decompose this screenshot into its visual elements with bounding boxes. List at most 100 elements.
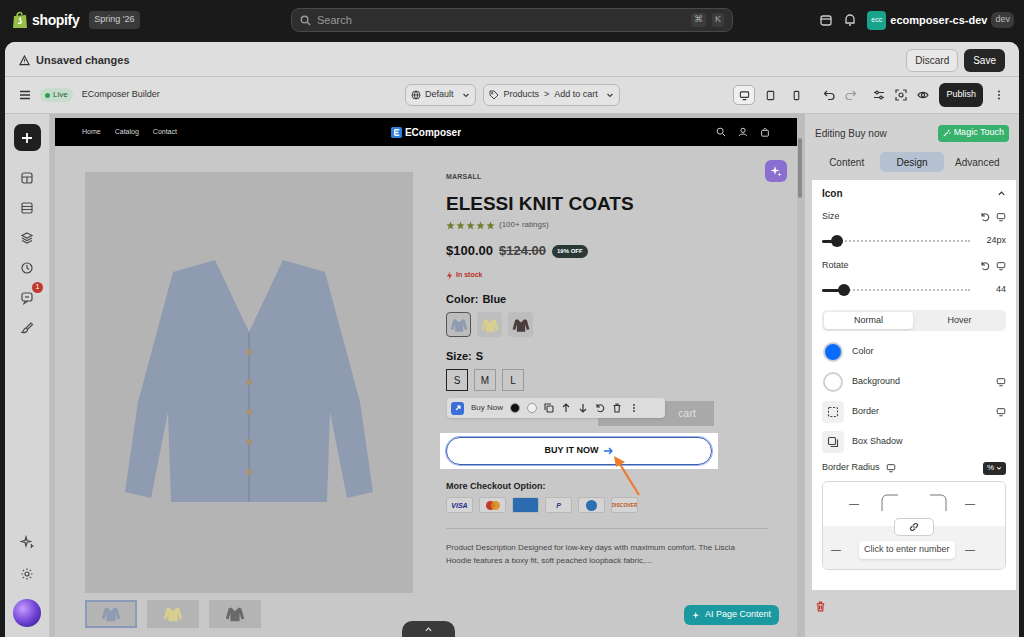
ratings-count[interactable]: (100+ ratings): [499, 219, 549, 231]
thumbnail[interactable]: [209, 600, 261, 628]
store-switcher[interactable]: ecc ecomposer-cs-dev dev: [867, 11, 1014, 30]
color-swatch[interactable]: [477, 312, 502, 337]
size-option[interactable]: M: [474, 369, 496, 391]
live-badge: Live: [40, 88, 73, 102]
discard-button[interactable]: Discard: [906, 49, 958, 72]
buy-now-button[interactable]: BUY IT NOW: [446, 437, 712, 465]
desktop-icon[interactable]: [996, 212, 1006, 222]
property-row[interactable]: Border: [822, 397, 1006, 427]
responsive-toggle[interactable]: [996, 407, 1006, 417]
shadow-control[interactable]: [822, 431, 844, 453]
search-box[interactable]: ⌘ K: [291, 8, 733, 32]
redo-icon[interactable]: [845, 89, 857, 101]
radius-top-left-input[interactable]: —: [849, 496, 859, 511]
delete-icon[interactable]: [612, 403, 622, 413]
size-slider[interactable]: [822, 235, 970, 247]
reset-icon[interactable]: [980, 212, 990, 222]
size-option[interactable]: S: [446, 369, 468, 391]
section-header[interactable]: Icon: [822, 180, 1006, 206]
more-dots-icon[interactable]: [993, 89, 1005, 101]
desktop-view-button[interactable]: [733, 85, 755, 105]
text-color-swatch[interactable]: [510, 403, 520, 413]
settings-sliders-icon[interactable]: [873, 89, 885, 101]
desktop-icon[interactable]: [996, 261, 1006, 271]
color-swatch[interactable]: [508, 312, 533, 337]
undo-icon[interactable]: [823, 89, 835, 101]
store-search-icon[interactable]: [716, 127, 726, 137]
cart-bag-icon[interactable]: [760, 127, 770, 137]
store-logo[interactable]: EComposer: [311, 125, 540, 140]
size-option[interactable]: L: [502, 369, 524, 391]
ai-assist-button[interactable]: [765, 160, 787, 182]
border-control[interactable]: [822, 401, 844, 423]
shopify-brand[interactable]: shopify Spring '26: [12, 10, 291, 31]
radius-bottom-left-input[interactable]: —: [831, 542, 841, 557]
slider-reading: 44: [978, 283, 1006, 297]
duplicate-icon[interactable]: [544, 403, 554, 413]
color-swatch[interactable]: [823, 342, 843, 362]
move-down-icon[interactable]: [578, 403, 588, 413]
property-row[interactable]: Color: [822, 337, 1006, 367]
property-row[interactable]: Box Shadow: [822, 427, 1006, 457]
responsive-toggle[interactable]: [996, 377, 1006, 387]
add-element-button[interactable]: [14, 124, 41, 151]
search-input[interactable]: [317, 12, 685, 29]
slider-thumb[interactable]: [831, 235, 843, 247]
preview-eye-icon[interactable]: [917, 89, 929, 101]
panel-tab[interactable]: Content: [815, 152, 878, 172]
thumbnail[interactable]: [147, 600, 199, 628]
comments-button[interactable]: 1: [20, 291, 34, 305]
tablet-view-button[interactable]: [759, 85, 781, 105]
account-icon[interactable]: [738, 127, 748, 137]
brush-icon[interactable]: [20, 321, 34, 335]
state-tab[interactable]: Normal: [824, 312, 913, 329]
ai-page-content-button[interactable]: AI Page Content: [684, 605, 779, 625]
more-options-icon[interactable]: [629, 403, 639, 413]
radius-top-right-input[interactable]: —: [965, 496, 975, 511]
pages-list-icon[interactable]: [20, 201, 34, 215]
template-dropdown[interactable]: Products > Add to cart: [483, 84, 620, 106]
store-icon[interactable]: [819, 13, 833, 27]
product-image[interactable]: [85, 172, 413, 593]
settings-gear-icon[interactable]: [20, 567, 34, 581]
background-color-swatch[interactable]: [527, 403, 537, 413]
assistant-avatar[interactable]: [13, 599, 41, 627]
rotate-slider[interactable]: [822, 284, 970, 296]
sections-icon[interactable]: [20, 171, 34, 185]
layers-icon[interactable]: [20, 231, 34, 245]
publish-button[interactable]: Publish: [939, 83, 983, 107]
color-swatch[interactable]: [823, 372, 843, 392]
nav-link[interactable]: Home: [82, 127, 101, 138]
slider-thumb[interactable]: [838, 284, 850, 296]
save-button[interactable]: Save: [964, 49, 1005, 72]
swatch-control[interactable]: [822, 371, 844, 393]
desktop-icon[interactable]: [886, 463, 896, 473]
mobile-view-button[interactable]: [785, 85, 807, 105]
radius-bottom-right-input[interactable]: —: [965, 542, 975, 557]
color-swatch[interactable]: [446, 312, 471, 337]
link-corners-button[interactable]: [894, 518, 934, 536]
reset-icon[interactable]: [980, 261, 990, 271]
state-tab[interactable]: Hover: [915, 312, 1004, 329]
swatch-control[interactable]: [822, 341, 844, 363]
panel-tab[interactable]: Advanced: [946, 152, 1009, 172]
bell-icon[interactable]: [843, 13, 857, 27]
history-clock-icon[interactable]: [20, 261, 34, 275]
reset-icon[interactable]: [595, 403, 605, 413]
element-type-badge[interactable]: [451, 402, 464, 415]
nav-link[interactable]: Contact: [153, 127, 177, 138]
panel-tab[interactable]: Design: [880, 152, 943, 172]
magic-touch-button[interactable]: Magic Touch: [938, 125, 1009, 142]
menu-icon[interactable]: [19, 89, 31, 101]
ai-sparkle-icon[interactable]: [20, 535, 34, 549]
canvas-scrollbar[interactable]: [798, 138, 802, 198]
thumbnail[interactable]: [85, 600, 137, 628]
inspect-icon[interactable]: [895, 89, 907, 101]
nav-link[interactable]: Catalog: [115, 127, 139, 138]
delete-element-icon[interactable]: [815, 601, 826, 612]
property-row[interactable]: Background: [822, 367, 1006, 397]
unit-dropdown[interactable]: %: [983, 462, 1006, 475]
move-up-icon[interactable]: [561, 403, 571, 413]
theme-dropdown[interactable]: Default: [405, 84, 476, 106]
bottom-drawer-toggle[interactable]: [402, 621, 455, 637]
